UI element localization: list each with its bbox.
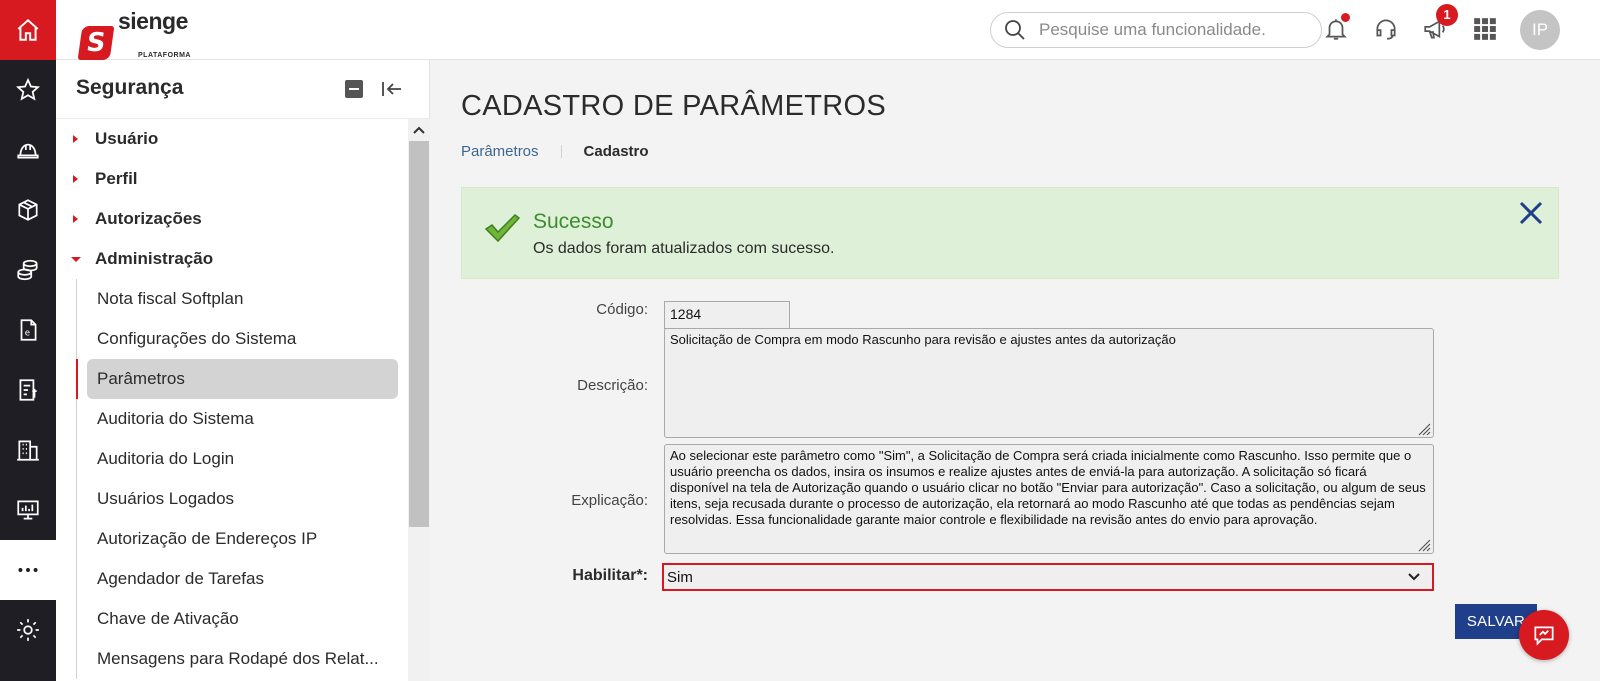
reports-button[interactable] [0,480,56,540]
caret-right-icon [73,175,78,183]
caret-right-icon [73,215,78,223]
building-icon [17,440,39,461]
search-box[interactable] [990,12,1322,48]
collapse-all-button[interactable] [345,80,363,98]
collapse-left-icon [382,82,401,96]
page-title: CADASTRO DE PARÂMETROS [461,90,887,122]
side-menu: Segurança Usuário Perfil Autorizações Ad… [56,60,430,681]
chat-button[interactable] [1519,610,1569,660]
logo-brand: sienge [118,8,188,34]
menu-group-perfil[interactable]: Perfil [56,159,408,199]
menu-group-autorizacoes[interactable]: Autorizações [56,199,408,239]
chevron-up-icon[interactable] [413,125,425,135]
menu-item-auditoria-sistema[interactable]: Auditoria do Sistema [77,399,398,439]
monitor-icon [17,500,39,520]
notification-dot [1341,13,1350,22]
menu-item-autorizacao-ip[interactable]: Autorização de Endereços IP [77,519,398,559]
announcements-badge: 1 [1436,4,1458,26]
fiscal-button[interactable]: e [0,300,56,360]
menu-item-chave-ativacao[interactable]: Chave de Ativação [77,599,398,639]
commercial-button[interactable] [0,360,56,420]
caret-down-icon [71,257,81,262]
menu-item-parametros[interactable]: Parâmetros [76,359,398,399]
announcements-button[interactable]: 1 [1420,4,1458,44]
supplies-button[interactable] [0,180,56,240]
app-rail: e [0,0,56,681]
logo-mark: S [77,25,115,60]
resize-grip-icon[interactable] [1417,422,1431,436]
favorites-button[interactable] [0,60,56,120]
breadcrumb-current: Cadastro [583,143,649,160]
menu-title: Segurança [76,76,184,99]
resize-grip-icon[interactable] [1417,538,1431,552]
more-button[interactable] [0,540,56,600]
main-content: CADASTRO DE PARÂMETROS Parâmetros Cadast… [430,60,1600,681]
menu-group-label: Perfil [95,169,138,188]
search-input[interactable] [1039,20,1309,40]
menu-group-usuario[interactable]: Usuário [56,119,408,159]
menu-group-administracao[interactable]: Administração [56,239,408,279]
home-icon [17,18,39,41]
helmet-icon [17,143,39,159]
box-icon [18,199,38,221]
search-icon [1005,20,1025,40]
explicacao-label: Explicação: [571,492,648,509]
menu-item-nota-fiscal[interactable]: Nota fiscal Softplan [77,279,398,319]
caret-right-icon [73,135,78,143]
habilitar-select[interactable]: Sim [662,563,1434,591]
menu-item-configuracoes[interactable]: Configurações do Sistema [77,319,398,359]
apps-button[interactable] [1470,14,1500,44]
scrollbar-thumb[interactable] [409,141,429,527]
checkmark-icon [484,214,520,243]
enterprise-button[interactable] [0,420,56,480]
menu-item-mensagens-rodape[interactable]: Mensagens para Rodapé dos Relat... [77,639,398,679]
support-button[interactable] [1371,14,1401,44]
notifications-button[interactable] [1321,13,1351,44]
top-header: S sienge PLATAFORMA 1 IP [56,0,1600,60]
user-avatar[interactable]: IP [1520,10,1560,50]
chat-icon [1534,626,1554,646]
breadcrumb: Parâmetros Cadastro [461,143,649,160]
codigo-field[interactable]: 1284 [664,301,790,329]
svg-text:e: e [25,328,30,338]
engineering-button[interactable] [0,120,56,180]
close-icon[interactable] [1518,200,1544,226]
habilitar-label: Habilitar*: [572,567,648,584]
gear-icon [17,619,39,641]
invoice-icon [19,379,37,401]
administracao-submenu: Nota fiscal Softplan Configurações do Si… [76,279,408,679]
document-icon: e [20,319,37,341]
menu-group-label: Usuário [95,129,159,148]
alert-message: Os dados foram atualizados com sucesso. [533,240,835,257]
menu-group-label: Autorizações [95,209,202,228]
breadcrumb-link-parametros[interactable]: Parâmetros [461,143,539,160]
grid-icon [1474,18,1496,40]
descricao-label: Descrição: [577,377,648,394]
menu-list: Usuário Perfil Autorizações Administraçã… [56,119,408,681]
home-button[interactable] [0,0,56,60]
menu-group-label: Administração [95,249,214,268]
explicacao-textarea[interactable]: Ao selecionar este parâmetro como "Sim",… [664,444,1434,554]
more-icon [18,568,38,572]
descricao-textarea[interactable]: Solicitação de Compra em modo Rascunho p… [664,328,1434,438]
settings-button[interactable] [0,600,56,660]
hide-menu-button[interactable] [380,78,404,100]
coins-icon [17,259,38,281]
menu-item-auditoria-login[interactable]: Auditoria do Login [77,439,398,479]
chevron-down-icon [1408,573,1420,581]
finance-button[interactable] [0,240,56,300]
star-icon [15,77,41,101]
success-alert: Sucesso Os dados foram atualizados com s… [461,187,1559,279]
menu-item-agendador[interactable]: Agendador de Tarefas [77,559,398,599]
habilitar-selected-value: Sim [667,568,693,586]
headset-icon [1376,19,1396,40]
menu-item-usuarios-logados[interactable]: Usuários Logados [77,479,398,519]
menu-scrollbar[interactable] [408,119,430,681]
alert-title: Sucesso [533,210,614,233]
breadcrumb-separator [560,145,562,158]
codigo-label: Código: [596,301,648,318]
